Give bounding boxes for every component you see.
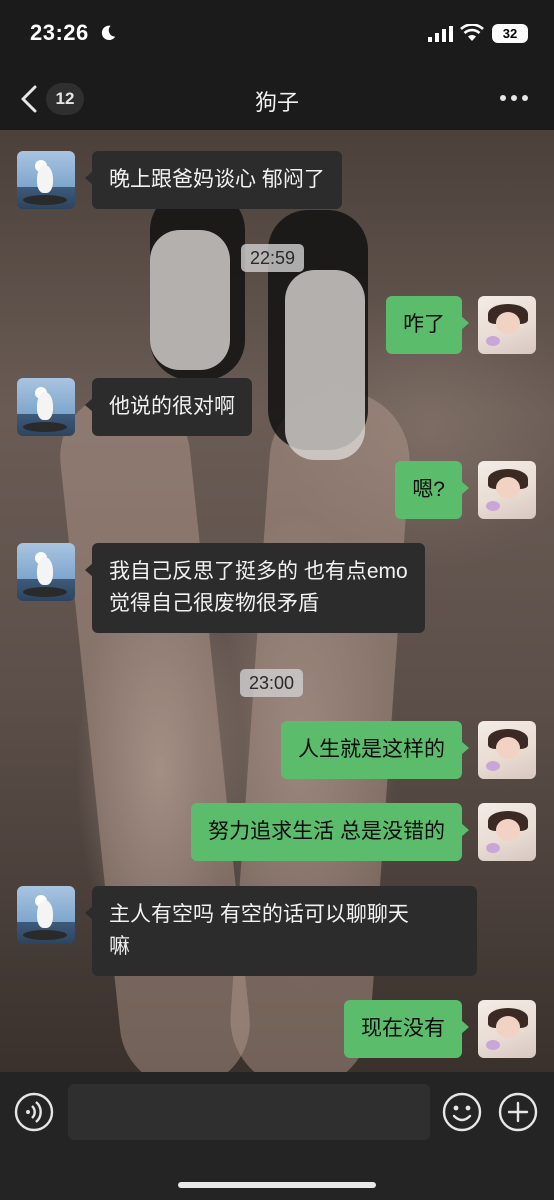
my-avatar[interactable]: [478, 803, 536, 861]
contact-avatar[interactable]: [17, 543, 75, 601]
emoji-icon[interactable]: [442, 1092, 482, 1132]
chat-area[interactable]: 晚上跟爸妈谈心 郁闷了 22:59 咋了 他说的很对啊 嗯? 我自己反思了挺多的…: [0, 130, 554, 1072]
my-avatar[interactable]: [478, 461, 536, 519]
message-bubble[interactable]: 嗯?: [395, 461, 469, 519]
contact-avatar[interactable]: [17, 151, 75, 209]
home-indicator[interactable]: [178, 1182, 376, 1188]
cellular-signal-icon: [428, 26, 453, 42]
my-avatar[interactable]: [478, 1000, 536, 1058]
status-time: 23:26: [30, 20, 89, 45]
message-bubble[interactable]: 我自己反思了挺多的 也有点emo 觉得自己很废物很矛盾: [85, 543, 425, 633]
message-bubble[interactable]: 咋了: [386, 296, 469, 354]
contact-avatar[interactable]: [17, 886, 75, 944]
status-bar: 23:26 32: [0, 0, 554, 70]
message-timestamp: 23:00: [240, 669, 304, 697]
battery-icon: 32: [492, 24, 528, 43]
wallpaper-sock-shape: [150, 230, 230, 370]
my-avatar[interactable]: [478, 721, 536, 779]
input-bar: [0, 1072, 554, 1200]
plus-icon[interactable]: [498, 1092, 538, 1132]
wallpaper-sock-shape: [285, 270, 365, 460]
message-timestamp: 22:59: [241, 244, 305, 272]
message-bubble[interactable]: 晚上跟爸妈谈心 郁闷了: [85, 151, 342, 209]
moon-icon: [101, 25, 116, 41]
chat-title: 狗子: [254, 90, 299, 115]
message-bubble[interactable]: 努力追求生活 总是没错的: [191, 803, 469, 861]
message-bubble[interactable]: 现在没有: [344, 1000, 469, 1058]
my-avatar[interactable]: [478, 296, 536, 354]
voice-icon[interactable]: [14, 1092, 54, 1132]
contact-avatar[interactable]: [17, 378, 75, 436]
message-bubble[interactable]: 他说的很对啊: [85, 378, 252, 436]
message-bubble[interactable]: 主人有空吗 有空的话可以聊聊天 嘛: [85, 886, 477, 976]
message-bubble[interactable]: 人生就是这样的: [281, 721, 469, 779]
message-input[interactable]: [68, 1084, 430, 1140]
wifi-icon: [460, 24, 484, 41]
chat-header: 12 狗子: [0, 70, 554, 130]
more-icon[interactable]: [498, 92, 530, 104]
